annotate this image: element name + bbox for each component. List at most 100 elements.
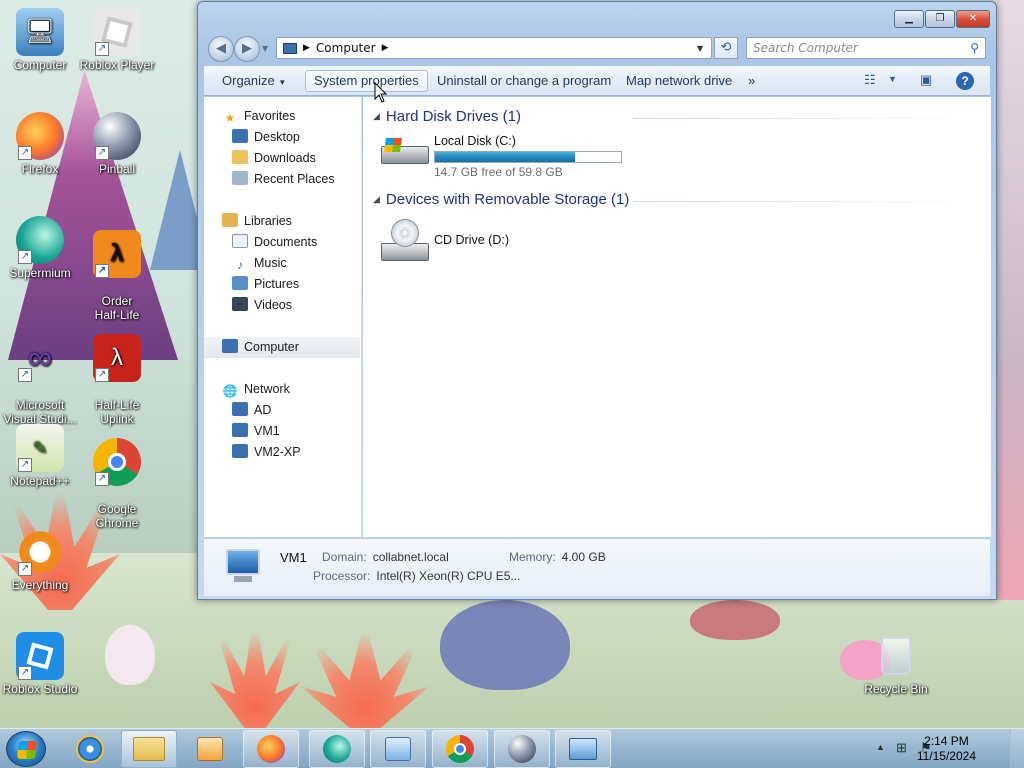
nav-label: Network	[244, 382, 290, 396]
shortcut-arrow-icon: ↗	[95, 146, 109, 160]
group-removable-storage[interactable]: ◢ Devices with Removable Storage (1)	[373, 191, 984, 208]
libraries-icon	[222, 213, 238, 227]
nav-desktop[interactable]: Desktop	[204, 127, 360, 148]
help-icon[interactable]: ?	[956, 72, 974, 90]
start-button[interactable]	[6, 731, 46, 767]
breadcrumb-chevron-icon: ▶	[303, 43, 310, 53]
search-input[interactable]: Search Computer ⚲	[746, 37, 986, 59]
wallpaper-creature	[690, 600, 780, 640]
taskbar-firefox[interactable]	[243, 730, 299, 768]
clock[interactable]: 2:14 PM 11/15/2024	[917, 734, 976, 764]
desktop-icon-label: Google Chrome	[95, 502, 139, 530]
nav-label: VM1	[254, 424, 280, 438]
control-panel-icon	[385, 737, 411, 761]
more-commands-button[interactable]: »	[740, 70, 763, 92]
nav-favorites[interactable]: ★ Favorites	[204, 106, 360, 127]
address-dropdown-icon[interactable]: ▼	[697, 44, 711, 53]
drive-c[interactable]: Local Disk (C:) 14.7 GB free of 59.8 GB	[381, 132, 641, 182]
nav-videos[interactable]: Videos	[204, 295, 360, 316]
recent-pages-dropdown[interactable]: ▼	[262, 44, 268, 53]
processor-key: Processor:	[313, 569, 371, 583]
nav-network-vm2-xp[interactable]: VM2-XP	[204, 442, 360, 463]
preview-pane-icon[interactable]: ▣	[920, 72, 932, 88]
shortcut-arrow-icon: ↗	[18, 250, 32, 264]
nav-music[interactable]: ♪ Music	[204, 253, 360, 274]
address-bar[interactable]: ▶ Computer ▶ ▼	[276, 37, 712, 59]
pinball-icon: ↗	[93, 112, 141, 160]
desktop-icon-half-life-uplink[interactable]: λ ↗ Half-Life Uplink	[77, 320, 157, 426]
recycle-bin-icon	[872, 632, 920, 680]
taskbar-remote-desktop[interactable]	[555, 730, 611, 768]
drive-usage-bar	[434, 151, 622, 163]
nav-recent-places[interactable]: Recent Places	[204, 169, 360, 190]
view-options-dropdown-icon[interactable]: ▼	[888, 74, 897, 84]
maximize-button[interactable]: ❐	[925, 10, 955, 28]
desktop-icon-label: Everything	[11, 578, 69, 592]
show-desktop-button[interactable]	[1010, 729, 1024, 768]
half-life-icon: λ ↗	[93, 230, 141, 278]
collapse-icon[interactable]: ◢	[373, 111, 380, 121]
drive-d[interactable]: CD Drive (D:)	[381, 217, 581, 265]
desktop-icon-everything[interactable]: ↗ Everything	[0, 528, 80, 592]
desktop-icon-computer[interactable]: 🖥 Computer	[0, 8, 80, 72]
desktop-icon-recycle-bin[interactable]: Recycle Bin	[856, 632, 936, 696]
computer-name: VM1	[280, 550, 307, 565]
breadcrumb-chevron-icon[interactable]: ▶	[382, 43, 389, 53]
taskbar-internet-explorer[interactable]	[62, 730, 118, 768]
shortcut-arrow-icon: ↗	[95, 264, 109, 278]
search-icon[interactable]: ⚲	[970, 38, 979, 58]
taskbar-media-player[interactable]	[182, 730, 238, 768]
computer-large-icon	[222, 549, 262, 585]
windows-logo-icon	[17, 741, 37, 759]
desktop-icon-roblox-player[interactable]: ↗ Roblox Player	[77, 8, 157, 72]
map-network-drive-button[interactable]: Map network drive	[618, 70, 740, 92]
nav-network-vm1[interactable]: VM1	[204, 421, 360, 442]
desktop-icon-visual-studio[interactable]: ∞ ↗ Microsoft Visual Studi...	[0, 320, 80, 426]
uninstall-program-button[interactable]: Uninstall or change a program	[429, 70, 619, 92]
taskbar-chrome[interactable]	[432, 730, 488, 768]
nav-pictures[interactable]: Pictures	[204, 274, 360, 295]
show-hidden-icons-icon[interactable]: ▲	[876, 742, 885, 752]
taskbar-control-panel[interactable]	[370, 730, 426, 768]
desktop-icon-google-chrome[interactable]: ↗ Google Chrome	[77, 424, 157, 530]
group-label: Devices with Removable Storage (1)	[385, 191, 630, 208]
forward-button[interactable]: ▶	[234, 36, 260, 62]
nav-network-ad[interactable]: AD	[204, 400, 360, 421]
organize-button[interactable]: Organize ▼	[214, 70, 294, 92]
notepadpp-icon: ✎ ↗	[16, 424, 64, 472]
taskbar-pinball[interactable]	[494, 730, 550, 768]
desktop-icon-pinball[interactable]: ↗ Pinball	[77, 112, 157, 176]
back-button[interactable]: ◀	[208, 36, 234, 62]
collapse-icon[interactable]: ◢	[373, 194, 380, 204]
pictures-icon	[232, 276, 248, 290]
desktop-icon-firefox[interactable]: ↗ Firefox	[0, 112, 80, 176]
group-hard-disk-drives[interactable]: ◢ Hard Disk Drives (1)	[373, 108, 983, 125]
desktop-icon-supermium[interactable]: ↗ Supermium	[0, 216, 80, 280]
nav-downloads[interactable]: Downloads	[204, 148, 360, 169]
nav-network[interactable]: 🌐 Network	[204, 379, 360, 400]
change-view-icon[interactable]: ☷	[864, 72, 876, 88]
desktop-icon-label: Roblox Player	[79, 58, 155, 72]
everything-icon: ↗	[16, 528, 64, 576]
nav-computer[interactable]: Computer	[204, 337, 360, 358]
nav-label: Documents	[254, 235, 318, 249]
refresh-button[interactable]: ⟲	[714, 37, 738, 59]
domain-value: collabnet.local	[372, 550, 449, 564]
breadcrumb-computer[interactable]: Computer	[316, 41, 376, 55]
system-properties-button[interactable]: System properties	[305, 70, 428, 92]
desktop-icon-roblox-studio[interactable]: ↗ Roblox Studio	[0, 632, 80, 696]
wallpaper-bird	[105, 625, 155, 685]
desktop-icon-notepadpp[interactable]: ✎ ↗ Notepad++	[0, 424, 80, 488]
desktop-icon-order-half-life[interactable]: λ ↗ Order Half-Life	[77, 216, 157, 322]
nav-documents[interactable]: Documents	[204, 232, 360, 253]
mouse-cursor-icon	[374, 82, 388, 103]
chrome-icon	[446, 735, 474, 763]
network-tray-icon[interactable]: ⊞	[896, 740, 907, 756]
windows-explorer-icon	[133, 737, 165, 761]
taskbar-supermium[interactable]	[309, 730, 365, 768]
nav-libraries[interactable]: Libraries	[204, 211, 360, 232]
close-button[interactable]: ✕	[956, 10, 990, 28]
domain-field: Domain: collabnet.local	[322, 550, 449, 564]
minimize-button[interactable]: ▁	[894, 10, 924, 28]
taskbar-windows-explorer[interactable]	[121, 730, 177, 768]
